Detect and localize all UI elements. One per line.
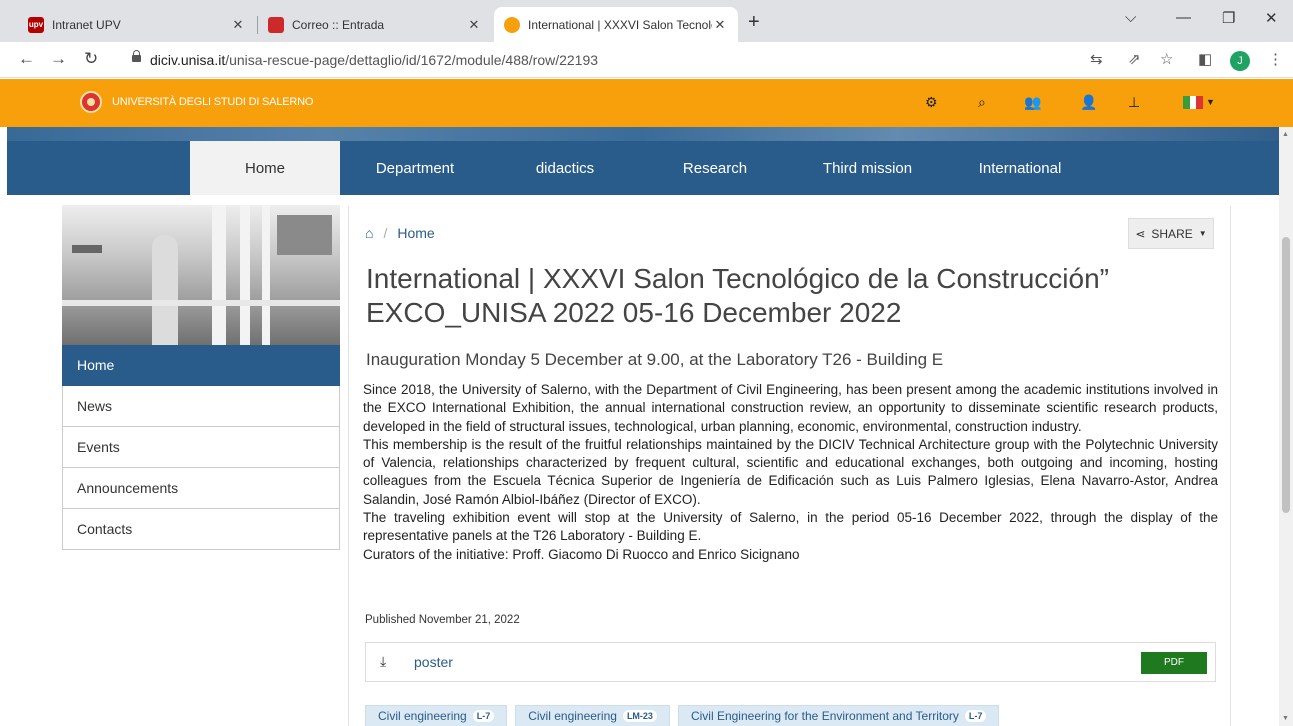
search-icon[interactable]: ⌕ xyxy=(978,93,986,111)
address-bar[interactable]: diciv.unisa.it/unisa-rescue-page/dettagl… xyxy=(114,46,1184,74)
translate-icon[interactable]: ⇆ xyxy=(1090,51,1103,69)
tag-label: Civil engineering xyxy=(378,709,467,723)
language-dropdown-caret-icon[interactable]: ▼ xyxy=(1206,97,1215,107)
share-label: SHARE xyxy=(1151,226,1193,241)
article-paragraph: Since 2018, the University of Salerno, w… xyxy=(363,382,1218,434)
browser-toolbar: ← → ↻ diciv.unisa.it/unisa-rescue-page/d… xyxy=(0,42,1293,78)
browser-tab-correo[interactable]: Correo :: Entrada ✕ xyxy=(258,7,492,42)
sidebar-menu: Home News Events Announcements Contacts xyxy=(62,345,340,550)
tag-badge: L-7 xyxy=(472,710,495,722)
browser-tab-strip: upv Intranet UPV ✕ Correo :: Entrada ✕ I… xyxy=(0,0,1293,42)
sidebar-item-home[interactable]: Home xyxy=(62,345,340,386)
university-seal-icon[interactable] xyxy=(80,91,102,113)
bookmark-star-icon[interactable]: ☆ xyxy=(1160,51,1173,69)
university-name[interactable]: UNIVERSITÀ DEGLI STUDI DI SALERNO xyxy=(112,96,313,108)
article-body: Since 2018, the University of Salerno, w… xyxy=(363,381,1218,564)
scroll-up-arrow-icon[interactable]: ▲ xyxy=(1282,131,1289,138)
close-tab-icon[interactable]: ✕ xyxy=(230,17,246,33)
unisa-favicon-icon xyxy=(504,16,520,33)
url-path: /unisa-rescue-page/dettaglio/id/1672/mod… xyxy=(225,52,599,68)
course-tag[interactable]: Civil Engineering for the Environment an… xyxy=(677,705,1000,726)
sidebar-item-contacts[interactable]: Contacts xyxy=(62,509,340,550)
browser-tab-intranet-upv[interactable]: upv Intranet UPV ✕ xyxy=(18,7,256,42)
tag-badge: L-7 xyxy=(964,710,987,722)
nav-department[interactable]: Department xyxy=(340,141,490,195)
nav-third-mission[interactable]: Third mission xyxy=(790,141,945,195)
user-icon[interactable]: 👤 xyxy=(1080,93,1097,111)
caret-down-icon: ▼ xyxy=(1198,229,1207,238)
url-text: diciv.unisa.it/unisa-rescue-page/dettagl… xyxy=(150,52,598,68)
lock-icon[interactable] xyxy=(132,50,141,64)
article-panel: ⌂ / Home ⋖ SHARE ▼ International | XXXVI… xyxy=(348,206,1231,726)
share-icon: ⋖ xyxy=(1135,226,1146,241)
page-title: International | XXXVI Salon Tecnológico … xyxy=(366,263,1109,328)
breadcrumb-home-link[interactable]: Home xyxy=(397,225,434,241)
sitemap-icon[interactable]: ⊥ xyxy=(1128,93,1140,111)
profile-avatar[interactable]: J xyxy=(1230,51,1250,71)
browser-menu-icon[interactable]: ⋮ xyxy=(1268,51,1283,69)
tag-label: Civil engineering xyxy=(528,709,617,723)
page-scrollbar[interactable]: ▲ ▼ xyxy=(1279,127,1293,726)
sidebar-item-events[interactable]: Events xyxy=(62,427,340,468)
article-subtitle: Inauguration Monday 5 December at 9.00, … xyxy=(366,350,944,369)
course-tags: Civil engineering L-7 Civil engineering LM… xyxy=(365,705,1007,726)
breadcrumb-separator: / xyxy=(383,225,388,241)
nav-didactics[interactable]: didactics xyxy=(490,141,640,195)
tag-badge: LM-23 xyxy=(622,710,657,722)
breadcrumb: ⌂ / Home xyxy=(365,225,435,241)
tag-label: Civil Engineering for the Environment an… xyxy=(690,709,959,723)
main-navigation: Home Department didactics Research Third… xyxy=(7,127,1279,195)
home-icon[interactable]: ⌂ xyxy=(365,225,373,241)
close-tab-icon[interactable]: ✕ xyxy=(466,17,482,33)
mail-favicon-icon xyxy=(268,16,284,33)
tab-search-chevron-icon[interactable]: ⌵ xyxy=(1125,9,1136,26)
tab-title: International | XXXVI Salon Tecnológico xyxy=(528,17,712,32)
minimize-window-icon[interactable]: — xyxy=(1176,9,1191,26)
italian-flag-icon[interactable] xyxy=(1183,96,1204,109)
restore-window-icon[interactable]: ❐ xyxy=(1222,9,1235,27)
nav-home[interactable]: Home xyxy=(190,141,340,195)
close-window-icon[interactable]: ✕ xyxy=(1265,9,1278,27)
attachment-link[interactable]: poster xyxy=(414,654,453,670)
settings-cogs-icon[interactable]: ⚙ xyxy=(925,93,938,111)
course-tag[interactable]: Civil engineering L-7 xyxy=(365,705,508,726)
share-button[interactable]: ⋖ SHARE ▼ xyxy=(1128,218,1214,249)
article-paragraph: This membership is the result of the fru… xyxy=(363,436,1218,507)
pdf-button[interactable]: PDF xyxy=(1141,652,1207,674)
tab-title: Correo :: Entrada xyxy=(292,17,385,32)
article-paragraph: Curators of the initiative: Proff. Giaco… xyxy=(363,546,800,562)
side-panel-icon[interactable]: ◧ xyxy=(1198,51,1212,69)
download-icon[interactable]: ⤓ xyxy=(380,653,386,670)
new-tab-plus-icon[interactable]: + xyxy=(748,12,760,32)
sidebar-item-news[interactable]: News xyxy=(62,386,340,427)
browser-tab-international[interactable]: International | XXXVI Salon Tecnológico … xyxy=(494,7,738,42)
share-page-icon[interactable]: ⇗ xyxy=(1128,51,1141,69)
users-group-icon[interactable]: 👥 xyxy=(1024,93,1041,111)
upv-favicon-icon: upv xyxy=(28,16,44,33)
course-tag[interactable]: Civil engineering LM-23 xyxy=(515,705,670,726)
published-date: Published November 21, 2022 xyxy=(365,614,520,626)
scrollbar-thumb[interactable] xyxy=(1282,237,1290,513)
forward-arrow-icon[interactable]: → xyxy=(50,49,67,69)
banner-image-strip xyxy=(7,127,1279,141)
close-tab-icon[interactable]: ✕ xyxy=(712,17,728,33)
back-arrow-icon[interactable]: ← xyxy=(18,49,35,69)
tab-title: Intranet UPV xyxy=(52,17,121,32)
site-header: UNIVERSITÀ DEGLI STUDI DI SALERNO ⚙ ⌕ 👥 … xyxy=(0,79,1293,127)
nav-international[interactable]: International xyxy=(945,141,1095,195)
reload-icon[interactable]: ↻ xyxy=(84,49,98,69)
building-interior-photo xyxy=(62,205,340,345)
sidebar-item-announcements[interactable]: Announcements xyxy=(62,468,340,509)
attachment-row: ⤓ poster PDF xyxy=(365,642,1216,682)
nav-research[interactable]: Research xyxy=(640,141,790,195)
article-paragraph: The traveling exhibition event will stop… xyxy=(363,510,1218,544)
url-host: diciv.unisa.it xyxy=(150,52,226,68)
scroll-down-arrow-icon[interactable]: ▼ xyxy=(1282,715,1289,722)
